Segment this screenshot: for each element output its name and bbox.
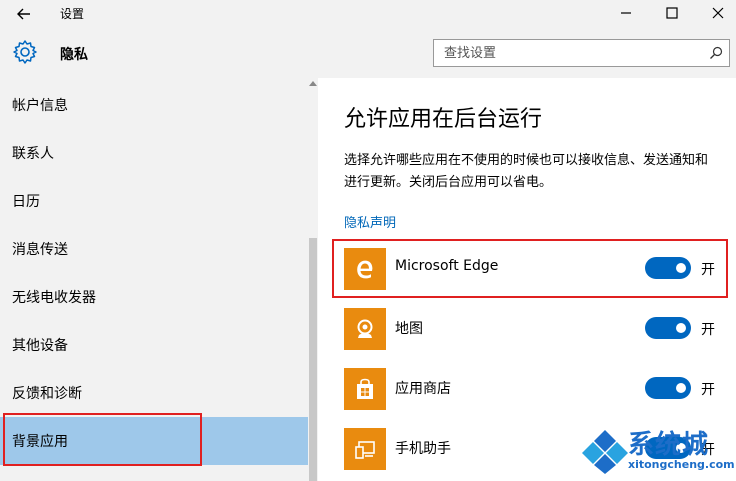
background-toggle-store[interactable]	[645, 377, 691, 399]
toggle-state-label: 开	[701, 322, 715, 338]
sidebar-item-label: 其他设备	[12, 338, 68, 354]
phone-companion-icon	[344, 428, 386, 470]
app-row-store: 应用商店 开	[344, 368, 724, 412]
sidebar-item-label: 联系人	[12, 146, 54, 162]
search-box[interactable]	[433, 39, 730, 67]
watermark-text-en: xitongcheng.com	[628, 458, 735, 471]
background-toggle-edge[interactable]	[645, 257, 691, 279]
scroll-up-arrow-icon[interactable]	[309, 80, 317, 86]
background-toggle-maps[interactable]	[645, 317, 691, 339]
edge-icon	[344, 248, 386, 290]
sidebar-item-label: 日历	[12, 194, 40, 210]
sidebar: 帐户信息 联系人 日历 消息传送 无线电收发器 其他设备 反馈和诊断 背景应用	[0, 78, 318, 481]
sidebar-item-other-devices[interactable]: 其他设备	[0, 321, 308, 369]
scrollbar-thumb[interactable]	[309, 238, 317, 481]
sidebar-item-label: 背景应用	[12, 434, 68, 450]
sidebar-item-background-apps[interactable]: 背景应用	[0, 417, 308, 465]
sidebar-item-account-info[interactable]: 帐户信息	[0, 81, 308, 129]
maximize-icon[interactable]	[661, 3, 683, 23]
section-title: 隐私	[60, 47, 88, 63]
app-name: 手机助手	[395, 441, 451, 457]
privacy-statement-link[interactable]: 隐私声明	[344, 212, 396, 231]
window-title: 设置	[60, 7, 85, 21]
watermark-logo: 系统城 xitongcheng.com	[582, 424, 735, 480]
page-title: 允许应用在后台运行	[344, 107, 543, 132]
sidebar-item-label: 反馈和诊断	[12, 386, 82, 402]
app-row-edge: Microsoft Edge 开	[344, 248, 724, 292]
app-row-maps: 地图 开	[344, 308, 724, 352]
sidebar-item-messaging[interactable]: 消息传送	[0, 225, 308, 273]
main-content: 允许应用在后台运行 选择允许哪些应用在不使用的时候也可以接收信息、发送通知和进行…	[318, 78, 736, 481]
app-name: 地图	[395, 321, 423, 337]
minimize-icon[interactable]	[615, 3, 637, 23]
sidebar-scrollbar[interactable]	[308, 78, 318, 481]
sidebar-item-label: 消息传送	[12, 242, 68, 258]
toggle-state-label: 开	[701, 382, 715, 398]
app-name: Microsoft Edge	[395, 258, 499, 274]
back-arrow-icon[interactable]	[14, 4, 34, 24]
search-input[interactable]	[444, 44, 694, 62]
store-icon	[344, 368, 386, 410]
sidebar-item-contacts[interactable]: 联系人	[0, 129, 308, 177]
close-icon[interactable]	[707, 3, 729, 23]
settings-header: 隐私	[0, 28, 736, 78]
app-name: 应用商店	[395, 381, 451, 397]
sidebar-item-label: 无线电收发器	[12, 290, 96, 306]
gear-icon	[13, 40, 37, 64]
toggle-state-label: 开	[701, 262, 715, 278]
sidebar-item-feedback-diagnostics[interactable]: 反馈和诊断	[0, 369, 308, 417]
watermark-text-cn: 系统城	[628, 430, 710, 460]
page-description: 选择允许哪些应用在不使用的时候也可以接收信息、发送通知和进行更新。关闭后台应用可…	[344, 153, 709, 190]
watermark-diamond-icon	[582, 430, 628, 474]
search-icon[interactable]	[709, 46, 723, 60]
maps-icon	[344, 308, 386, 350]
sidebar-item-radios[interactable]: 无线电收发器	[0, 273, 308, 321]
sidebar-item-label: 帐户信息	[12, 98, 68, 114]
sidebar-item-calendar[interactable]: 日历	[0, 177, 308, 225]
title-bar: 设置	[0, 0, 736, 28]
